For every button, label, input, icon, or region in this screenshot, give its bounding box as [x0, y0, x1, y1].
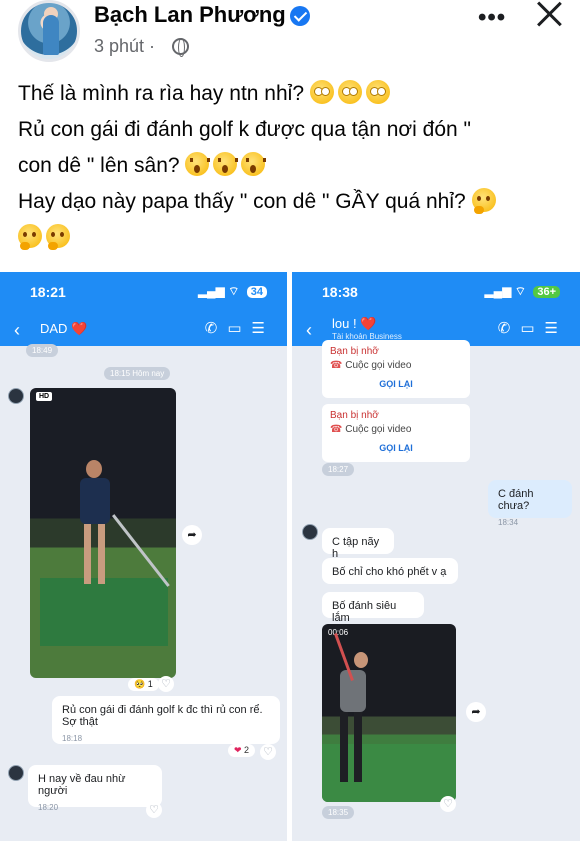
- message-bubble[interactable]: Rủ con gái đi đánh golf k đc thì rủ con …: [52, 696, 280, 744]
- date-chip: 18:15 Hôm nay: [104, 367, 171, 380]
- reaction-icon[interactable]: ♡: [158, 676, 174, 692]
- post-line-2: Rủ con gái đi đánh golf k được qua tận n…: [18, 118, 472, 141]
- close-icon[interactable]: [532, 0, 566, 30]
- my-message-bubble[interactable]: C đánh chưa? 18:34: [488, 480, 572, 527]
- thinking-emoji-icon: [18, 224, 42, 250]
- call-video-menu-icons[interactable]: ✆▭☰: [205, 319, 275, 337]
- globe-icon: [172, 38, 189, 57]
- post-line-4: Hay dạo này papa thấy " con dê " GẦY quá…: [18, 184, 568, 220]
- reaction-icon[interactable]: ♡: [440, 796, 456, 812]
- more-options-icon[interactable]: •••: [478, 4, 506, 32]
- golf-video-thumbnail[interactable]: 00:06: [322, 624, 456, 802]
- missed-call-card[interactable]: Bạn bị nhỡ ☎ Cuộc gọi video GỌI LẠI: [322, 404, 470, 462]
- back-arrow-icon[interactable]: ‹: [306, 320, 312, 341]
- back-arrow-icon[interactable]: ‹: [14, 320, 20, 341]
- reaction-pill[interactable]: 🥺 1: [128, 678, 159, 691]
- astonished-emoji-icon: [241, 152, 267, 176]
- author-name[interactable]: Bạch Lan Phương: [94, 2, 286, 28]
- reaction-icon[interactable]: ♡: [260, 744, 276, 760]
- message-bubble[interactable]: C tập nãy h: [322, 528, 394, 560]
- contact-avatar: [302, 524, 318, 540]
- contact-name[interactable]: lou ! ❤️: [332, 316, 376, 332]
- eye-roll-emoji-icon: [365, 80, 390, 104]
- message-bubble[interactable]: H nay về đau nhừ người 18:20: [28, 765, 162, 812]
- astonished-emoji-icon: [185, 152, 211, 176]
- time-chip: 18:27: [322, 463, 355, 476]
- thinking-emoji-icon: [46, 224, 70, 250]
- heart-reaction-pill[interactable]: ❤ 2: [228, 744, 256, 757]
- message-bubble[interactable]: Bố đánh siêu lắm: [322, 592, 424, 624]
- time-chip: 18:35: [322, 806, 355, 819]
- time-chip: 18:49: [26, 344, 59, 357]
- chat-screenshot-lou[interactable]: 18:38 ▂▄▆ ⌔ 36+ ‹ lou ! ❤️ Tài khoản Bus…: [292, 272, 580, 841]
- status-bar: 18:38 ▂▄▆ ⌔ 36+: [292, 272, 580, 312]
- post-timestamp[interactable]: 3 phút ·: [94, 36, 155, 57]
- golfer: [340, 670, 366, 712]
- golf-video-thumbnail[interactable]: HD: [30, 388, 176, 678]
- status-bar: 18:21 ▂▄▆ ⌔ 34: [0, 272, 287, 312]
- chat-screenshot-dad[interactable]: 18:21 ▂▄▆ ⌔ 34 ‹ DAD ❤️ ✆▭☰ 18:49 18:15 …: [0, 272, 287, 841]
- astonished-emoji-icon: [213, 152, 239, 176]
- call-back-button[interactable]: GỌI LẠI: [330, 379, 462, 389]
- hd-badge: HD: [36, 392, 53, 401]
- share-arrow-icon[interactable]: ➦: [182, 525, 202, 545]
- call-video-menu-icons[interactable]: ✆▭☰: [498, 319, 568, 337]
- contact-avatar: [8, 388, 24, 404]
- golf-mat: [40, 578, 168, 646]
- post-line-5: [18, 220, 568, 256]
- post-text: Thế là mình ra rìa hay ntn nhỉ? Rủ con g…: [18, 76, 568, 256]
- missed-call-card[interactable]: Bạn bị nhỡ ☎ Cuộc gọi video GỌI LẠI: [322, 340, 470, 398]
- contact-avatar: [8, 765, 24, 781]
- signal-wifi-battery-icons: ▂▄▆ ⌔ 34: [198, 284, 267, 299]
- golfer: [80, 478, 110, 524]
- call-back-button[interactable]: GỌI LẠI: [330, 443, 462, 453]
- verified-badge-icon: [290, 6, 310, 26]
- reaction-icon[interactable]: ♡: [146, 802, 162, 818]
- signal-wifi-battery-icons: ▂▄▆ ⌔ 36+: [484, 284, 560, 299]
- chat-header: ‹ DAD ❤️ ✆▭☰: [0, 312, 287, 346]
- eye-roll-emoji-icon: [337, 80, 362, 104]
- contact-name[interactable]: DAD ❤️: [40, 321, 87, 337]
- share-arrow-icon[interactable]: ➦: [466, 702, 486, 722]
- thinking-emoji-icon: [471, 188, 496, 214]
- post-header: Bạch Lan Phương 3 phút · •••: [0, 0, 580, 68]
- message-bubble[interactable]: Bố chỉ cho khó phết v ạ: [322, 558, 458, 584]
- post-line-3: con dê " lên sân?: [18, 148, 568, 184]
- eye-roll-emoji-icon: [309, 80, 334, 104]
- post-line-1: Thế là mình ra rìa hay ntn nhỉ?: [18, 76, 568, 112]
- author-avatar[interactable]: [18, 0, 80, 62]
